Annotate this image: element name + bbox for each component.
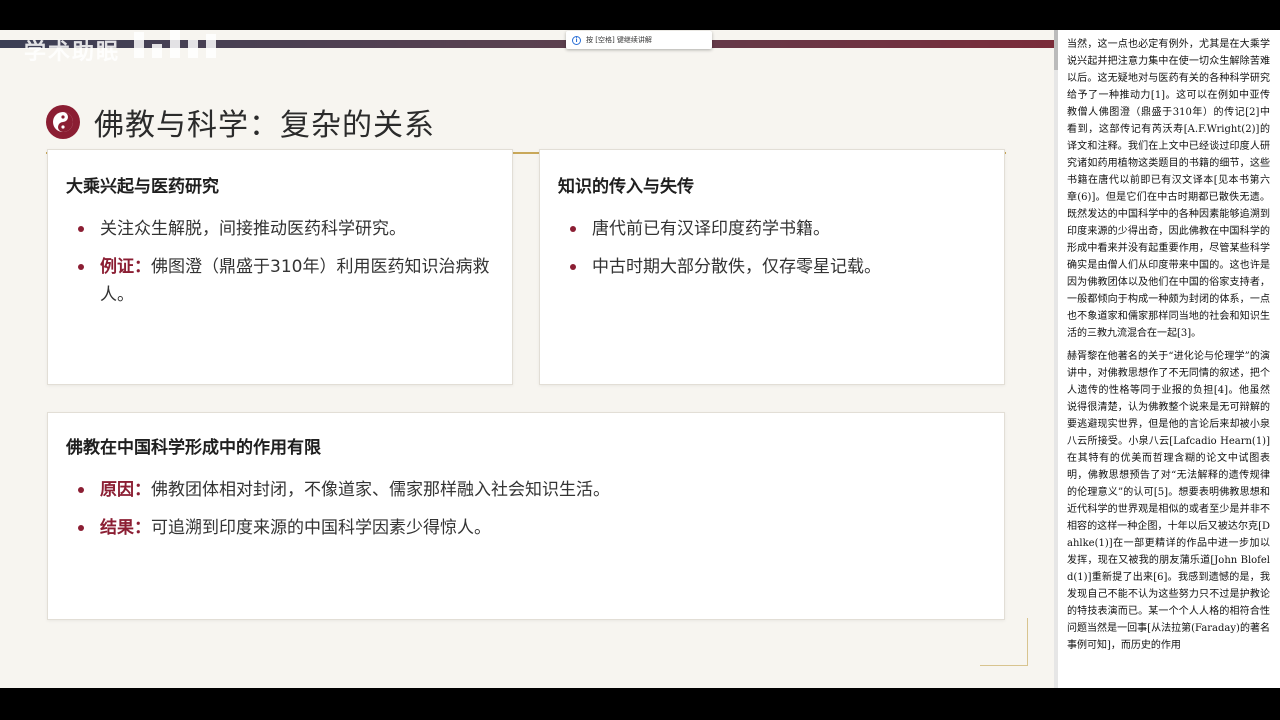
- yin-yang-icon: [46, 105, 80, 139]
- card-knowledge-transmission: 知识的传入与失传 唐代前已有汉译印度药学书籍。 中古时期大部分散佚，仅存零星记载…: [539, 149, 1005, 385]
- reading-pane[interactable]: 当然，这一点也必定有例外，尤其是在大乘学说兴起并把注意力集中在使一切众生解除苦难…: [1054, 30, 1280, 688]
- slide-header: 佛教与科学：复杂的关系: [46, 100, 435, 144]
- channel-watermark: 学术助眠: [24, 40, 121, 65]
- info-icon: i: [572, 35, 581, 45]
- corner-decoration: [980, 618, 1028, 666]
- card-title: 佛教在中国科学形成中的作用有限: [66, 438, 321, 458]
- card-title: 知识的传入与失传: [558, 177, 694, 197]
- list-item: 唐代前已有汉译印度药学书籍。: [558, 215, 986, 243]
- reader-paragraph: 当然，这一点也必定有例外，尤其是在大乘学说兴起并把注意力集中在使一切众生解除苦难…: [1067, 39, 1270, 339]
- reader-paragraph: 赫胥黎在他著名的关于“进化论与伦理学”的演讲中，对佛教思想作了不无同情的叙述，把…: [1067, 351, 1270, 651]
- card-mahayana-medicine: 大乘兴起与医药研究 关注众生解脱，间接推动医药科学研究。 例证：佛图澄（鼎盛于3…: [47, 149, 513, 385]
- toast-text: 按 [空格] 键继续讲解: [586, 36, 652, 44]
- scrollbar-thumb[interactable]: [1054, 30, 1058, 70]
- list-item: 例证：佛图澄（鼎盛于310年）利用医药知识治病救人。: [66, 253, 494, 309]
- reader-scrollbar[interactable]: [1054, 30, 1058, 688]
- list-item: 结果：可追溯到印度来源的中国科学因素少得惊人。: [66, 514, 986, 542]
- bullet-list: 原因：佛教团体相对封闭，不像道家、儒家那样融入社会知识生活。 结果：可追溯到印度…: [66, 476, 986, 542]
- list-item: 中古时期大部分散佚，仅存零星记载。: [558, 253, 986, 281]
- slide-title: 佛教与科学：复杂的关系: [94, 108, 435, 143]
- continue-hint-toast: i 按 [空格] 键继续讲解: [566, 31, 712, 49]
- card-title: 大乘兴起与医药研究: [66, 177, 219, 197]
- bullet-list: 关注众生解脱，间接推动医药科学研究。 例证：佛图澄（鼎盛于310年）利用医药知识…: [66, 215, 494, 309]
- top-black-bar: [0, 0, 1280, 30]
- audio-bars-icon: [130, 30, 230, 58]
- list-item: 原因：佛教团体相对封闭，不像道家、儒家那样融入社会知识生活。: [66, 476, 986, 504]
- bullet-list: 唐代前已有汉译印度药学书籍。 中古时期大部分散佚，仅存零星记载。: [558, 215, 986, 281]
- card-limited-role: 佛教在中国科学形成中的作用有限 原因：佛教团体相对封闭，不像道家、儒家那样融入社…: [47, 412, 1005, 620]
- slide-canvas: 学术助眠 i 按 [空格] 键继续讲解 佛教与科学：复杂的关系 大乘兴起与医药研…: [0, 30, 1054, 688]
- list-item: 关注众生解脱，间接推动医药科学研究。: [66, 215, 494, 243]
- bottom-black-bar: [0, 688, 1280, 720]
